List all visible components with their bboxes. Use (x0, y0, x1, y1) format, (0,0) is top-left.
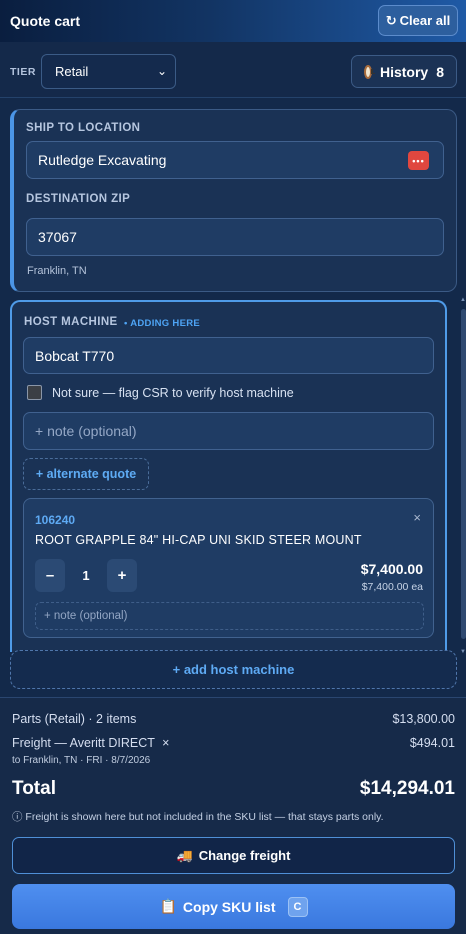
ship-to-location-value: Rutledge Excavating (38, 152, 167, 168)
host-machine-card: HOST MACHINE • ADDING HERE Bobcat T770 N… (10, 300, 447, 652)
remove-item-icon[interactable]: × (413, 510, 421, 525)
parts-row: Parts (Retail) · 2 items $13,800.00 (12, 712, 455, 726)
quantity-value[interactable]: 1 (65, 568, 107, 583)
clear-all-button[interactable]: ↻ Clear all (378, 5, 458, 36)
ship-to-label: SHIP TO LOCATION (26, 122, 141, 134)
total-row: Total $14,294.01 (12, 778, 455, 800)
zip-city: Franklin, TN (27, 265, 87, 277)
quantity-stepper: – 1 + (35, 559, 137, 592)
copy-sku-label: Copy SKU list (182, 898, 276, 915)
ship-to-location-input[interactable]: Rutledge Excavating ••• (26, 141, 444, 179)
alternate-quote-button[interactable]: + alternate quote (23, 458, 149, 490)
history-label: History (379, 63, 429, 80)
scrollbar[interactable]: ▲ ▼ (459, 297, 466, 655)
total-label: Total (12, 778, 56, 799)
adding-here-badge: • ADDING HERE (124, 318, 201, 329)
refresh-icon: ↻ (385, 12, 397, 28)
clipboard-icon: 📋 (159, 898, 177, 914)
line-item-price: $7,400.00 (360, 561, 423, 577)
truck-icon: 🚚 (176, 847, 193, 863)
host-note-placeholder: + note (optional) (35, 423, 137, 439)
scroll-down-icon[interactable]: ▼ (460, 649, 466, 655)
line-item-unit-price: $7,400.00 ea (361, 581, 423, 593)
line-item-name: ROOT GRAPPLE 84" HI-CAP UNI SKID STEER M… (35, 533, 362, 547)
freight-value: $494.01 (409, 736, 455, 750)
remove-freight-icon[interactable]: × (162, 736, 169, 750)
increment-button[interactable]: + (107, 559, 137, 592)
tier-selected-value: Retail (55, 64, 89, 79)
chevron-down-icon: ⌄ (156, 64, 167, 78)
change-freight-label: Change freight (198, 848, 291, 863)
copy-sku-list-button[interactable]: 📋 Copy SKU list C (12, 884, 455, 929)
freight-label: Freight — Averitt DIRECT (12, 736, 155, 750)
contact-card-icon[interactable]: ••• (408, 151, 429, 170)
total-value: $14,294.01 (359, 778, 455, 799)
tier-select[interactable]: Retail ⌄ (41, 54, 176, 89)
tier-label: TIER (10, 66, 36, 78)
verify-host-label: Not sure — flag CSR to verify host machi… (52, 385, 294, 400)
destination-zip-value: 37067 (38, 229, 77, 245)
scroll-up-icon[interactable]: ▲ (460, 297, 466, 303)
header-bar: Quote cart ↻ Clear all (0, 0, 466, 42)
ship-to-card: SHIP TO LOCATION Rutledge Excavating •••… (10, 109, 457, 292)
item-note-placeholder: + note (optional) (44, 610, 128, 622)
destination-zip-label: DESTINATION ZIP (26, 193, 131, 205)
host-machine-label: HOST MACHINE (24, 316, 118, 328)
line-item-card: 106240 × ROOT GRAPPLE 84" HI-CAP UNI SKI… (23, 498, 434, 638)
parts-label: Parts (Retail) · 2 items (12, 712, 137, 726)
verify-host-checkbox-row[interactable]: Not sure — flag CSR to verify host machi… (27, 385, 294, 400)
shortcut-key: C (287, 896, 308, 917)
host-machine-value: Bobcat T770 (35, 347, 115, 364)
change-freight-button[interactable]: 🚚 Change freight (12, 837, 455, 874)
add-host-machine-button[interactable]: + add host machine (10, 650, 457, 689)
freight-row: Freight — Averitt DIRECT × $494.01 (12, 736, 455, 750)
item-note-input[interactable]: + note (optional) (35, 602, 424, 630)
page-title: Quote cart (10, 13, 81, 29)
line-item-sku: 106240 (35, 513, 76, 527)
history-button[interactable]: History 8 (351, 55, 457, 88)
destination-zip-input[interactable]: 37067 (26, 218, 444, 256)
scroll-thumb[interactable] (461, 309, 466, 639)
summary-panel: Parts (Retail) · 2 items $13,800.00 Frei… (0, 697, 466, 934)
clock-icon (364, 64, 375, 79)
freight-info-text: ⓘ Freight is shown here but not included… (12, 811, 384, 823)
host-note-input[interactable]: + note (optional) (23, 412, 434, 450)
host-machine-input[interactable]: Bobcat T770 (23, 337, 434, 374)
clear-all-label: Clear all (399, 13, 451, 28)
history-count: 8 (436, 63, 444, 80)
verify-host-checkbox[interactable] (27, 385, 42, 400)
tier-bar: TIER Retail ⌄ History 8 (0, 42, 466, 98)
freight-details: to Franklin, TN · FRI · 8/7/2026 (12, 755, 151, 766)
decrement-button[interactable]: – (35, 559, 65, 592)
parts-value: $13,800.00 (392, 712, 455, 726)
